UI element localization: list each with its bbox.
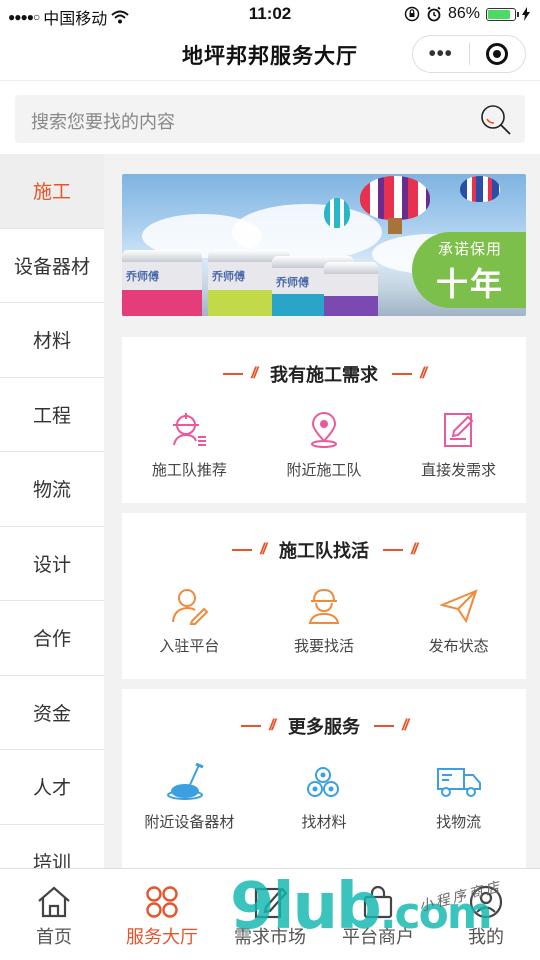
join-platform-button[interactable]: 入驻平台 bbox=[122, 587, 257, 656]
user-edit-icon bbox=[172, 589, 209, 625]
sidebar-item[interactable]: 施工 bbox=[0, 154, 104, 229]
floor-machine-icon bbox=[167, 763, 204, 800]
card-title: 更多服务 bbox=[288, 717, 360, 737]
search-input[interactable]: 搜索您要找的内容 bbox=[15, 95, 525, 143]
warranty-badge: 承诺保用 十年 bbox=[412, 232, 526, 308]
item-label: 我要找活 bbox=[294, 638, 355, 655]
publish-status-button[interactable]: 发布状态 bbox=[391, 587, 526, 656]
item-label: 施工队推荐 bbox=[151, 462, 227, 479]
brand-label: 乔师傅 bbox=[276, 277, 309, 289]
brand-label: 乔师傅 bbox=[126, 271, 159, 283]
search-section: 搜索您要找的内容 bbox=[0, 80, 540, 154]
card-header: // 更多服务 // bbox=[122, 713, 526, 739]
truck-icon bbox=[436, 768, 481, 797]
tab-label: 服务大厅 bbox=[126, 927, 198, 947]
battery-icon bbox=[486, 7, 519, 21]
paint-bucket bbox=[324, 262, 378, 316]
sidebar-item[interactable]: 资金 bbox=[0, 675, 104, 750]
item-label: 直接发需求 bbox=[421, 462, 497, 479]
post-demand-button[interactable]: 直接发需求 bbox=[391, 411, 526, 480]
location-pin-icon bbox=[311, 412, 337, 448]
balloon-icon bbox=[324, 198, 350, 228]
sidebar-item[interactable]: 材料 bbox=[0, 303, 104, 378]
watermark-text: 9lub bbox=[230, 870, 382, 944]
brand-label: 乔师傅 bbox=[212, 271, 245, 283]
item-label: 发布状态 bbox=[428, 638, 489, 655]
promo-banner[interactable]: 乔师傅 乔师傅 乔师傅 承诺保用 十年 bbox=[122, 174, 526, 316]
card-title: 我有施工需求 bbox=[270, 365, 378, 385]
crew-recommend-icon bbox=[173, 413, 207, 446]
tab-label: 首页 bbox=[36, 927, 72, 947]
paper-plane-icon bbox=[439, 589, 478, 624]
worker-icon bbox=[308, 588, 340, 624]
nearby-equipment-button[interactable]: 附近设备器材 bbox=[122, 763, 257, 832]
pipes-icon bbox=[307, 767, 339, 797]
construction-demand-card: // 我有施工需求 // 施工队推荐 附近施工队 直接发需求 bbox=[122, 337, 526, 503]
sidebar-item[interactable]: 人才 bbox=[0, 750, 104, 825]
orientation-lock-icon bbox=[404, 6, 420, 22]
target-icon bbox=[486, 43, 509, 65]
balloon-basket bbox=[388, 218, 402, 234]
grid-icon bbox=[146, 886, 178, 918]
nearby-crew-button[interactable]: 附近施工队 bbox=[257, 411, 392, 480]
search-placeholder: 搜索您要找的内容 bbox=[31, 112, 175, 132]
sidebar-item[interactable]: 设备器材 bbox=[0, 228, 104, 303]
sidebar-item[interactable]: 物流 bbox=[0, 452, 104, 527]
status-bar: ●●●●○ 中国移动 11:02 86% bbox=[0, 0, 540, 30]
service-content: 乔师傅 乔师傅 乔师傅 承诺保用 十年 // 我有施工需求 // 施工队推荐 附… bbox=[104, 154, 540, 868]
find-work-button[interactable]: 我要找活 bbox=[257, 587, 392, 656]
sidebar-item[interactable]: 设计 bbox=[0, 526, 104, 601]
item-label: 附近施工队 bbox=[286, 462, 362, 479]
item-label: 入驻平台 bbox=[159, 638, 220, 655]
category-sidebar: 施工 设备器材 材料 工程 物流 设计 合作 资金 人才 培训 bbox=[0, 154, 104, 868]
alarm-icon bbox=[427, 6, 441, 22]
card-title: 施工队找活 bbox=[279, 541, 369, 561]
paint-bucket: 乔师傅 bbox=[122, 250, 202, 316]
home-icon bbox=[38, 886, 70, 918]
tab-service-hall[interactable]: 服务大厅 bbox=[108, 869, 216, 960]
charging-icon bbox=[522, 7, 530, 21]
card-header: // 施工队找活 // bbox=[122, 537, 526, 563]
find-logistics-button[interactable]: 找物流 bbox=[391, 763, 526, 832]
balloon-icon bbox=[360, 176, 430, 220]
balloon-icon bbox=[460, 176, 500, 202]
edit-document-icon bbox=[443, 413, 474, 447]
crew-find-work-card: // 施工队找活 // 入驻平台 我要找活 发布状态 bbox=[122, 513, 526, 679]
more-menu-button[interactable]: ••• bbox=[413, 44, 469, 64]
sidebar-item[interactable]: 合作 bbox=[0, 601, 104, 676]
miniprogram-capsule: ••• bbox=[412, 35, 526, 73]
sidebar-item[interactable]: 培训 bbox=[0, 824, 104, 868]
warranty-caption: 承诺保用 bbox=[437, 241, 502, 258]
sidebar-item[interactable]: 工程 bbox=[0, 377, 104, 452]
find-material-button[interactable]: 找材料 bbox=[257, 763, 392, 832]
more-services-card: // 更多服务 // 附近设备器材 找材料 找物流 bbox=[122, 689, 526, 868]
battery-percent: 86% bbox=[447, 5, 480, 22]
item-label: 找物流 bbox=[436, 814, 482, 831]
card-header: // 我有施工需求 // bbox=[122, 361, 526, 387]
search-icon[interactable] bbox=[479, 103, 513, 137]
title-bar: 地坪邦邦服务大厅 ••• bbox=[0, 30, 540, 80]
item-label: 找材料 bbox=[301, 814, 347, 831]
item-label: 附近设备器材 bbox=[144, 814, 235, 831]
close-miniprogram-button[interactable] bbox=[470, 43, 526, 65]
crew-recommend-button[interactable]: 施工队推荐 bbox=[122, 411, 257, 480]
warranty-years: 十年 bbox=[435, 266, 504, 302]
tab-home[interactable]: 首页 bbox=[0, 869, 108, 960]
